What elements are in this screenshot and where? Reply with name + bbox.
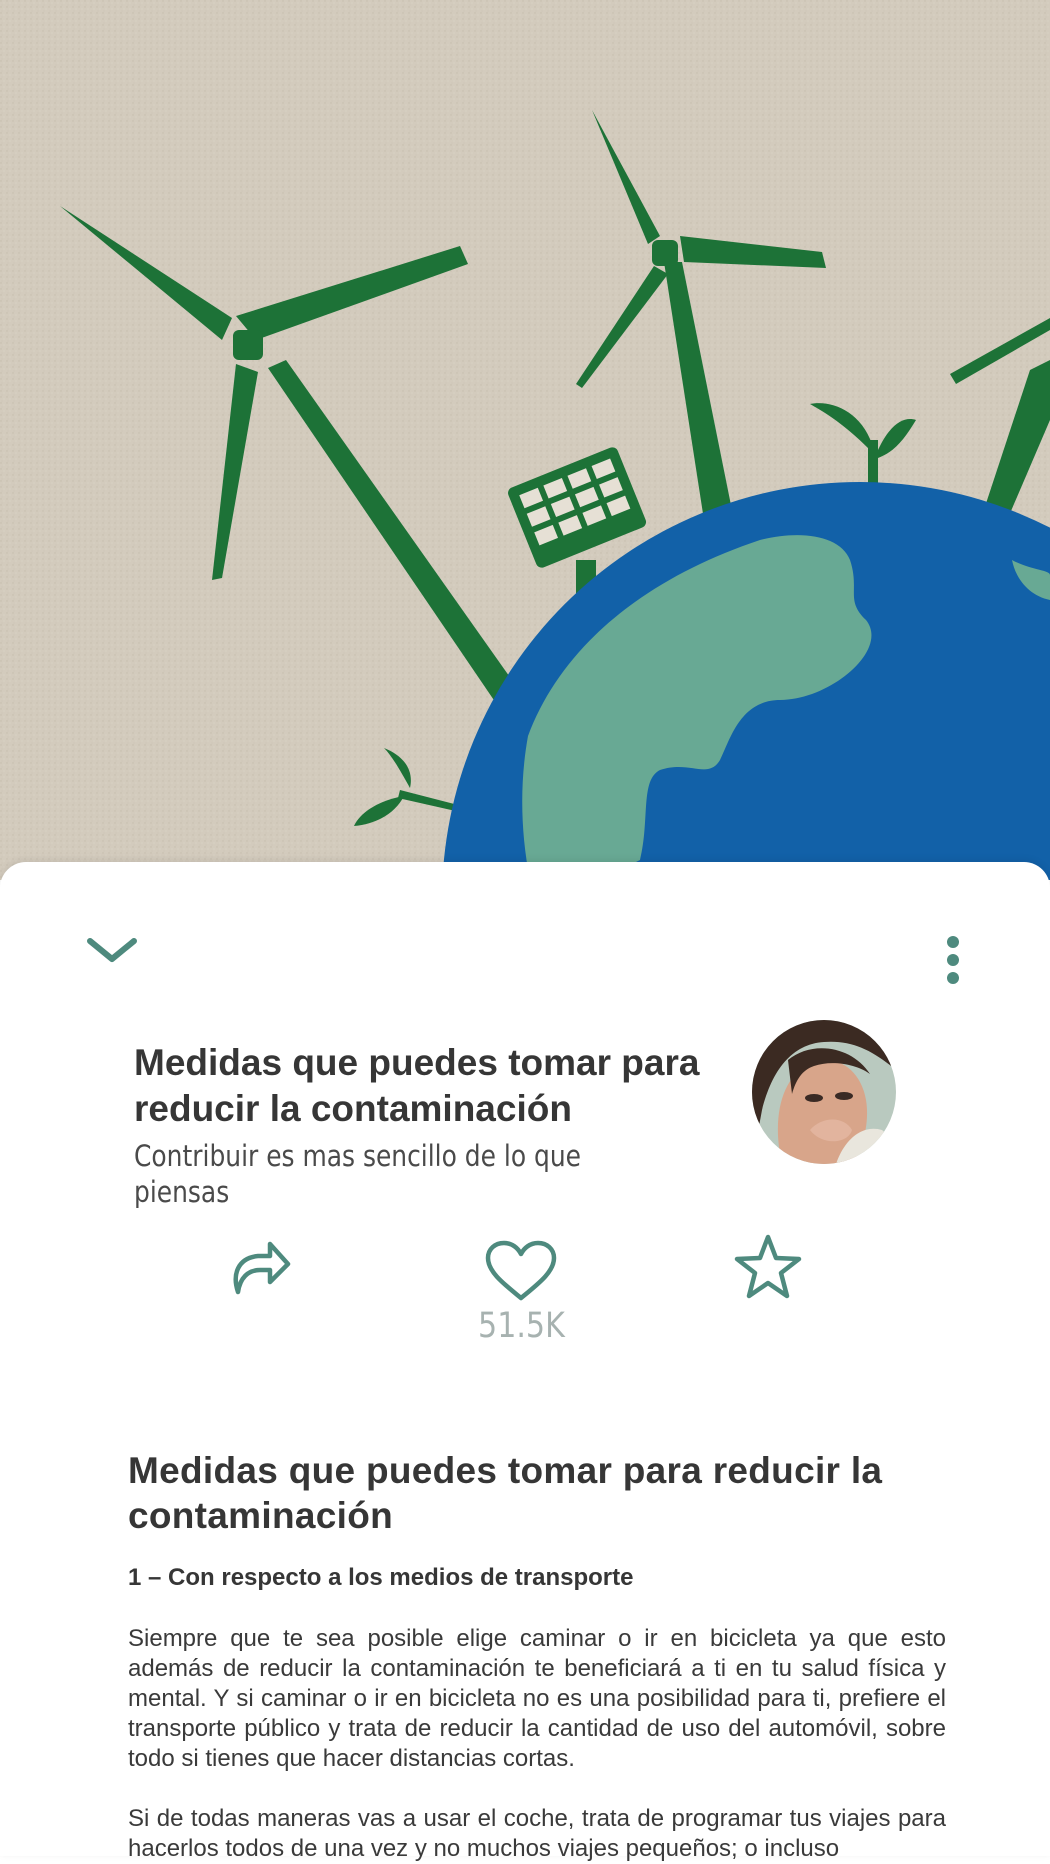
like-button[interactable]: 51.5K [468, 1240, 574, 1346]
author-avatar[interactable] [752, 1020, 896, 1164]
post-subtitle: Contribuir es mas sencillo de lo que pie… [134, 1139, 581, 1209]
like-count: 51.5K [477, 1306, 565, 1346]
collapse-button[interactable] [82, 930, 142, 970]
share-button[interactable] [226, 1240, 296, 1296]
renewable-energy-illustration [0, 0, 1050, 880]
post-title: Medidas que puedes tomar para reducir la… [134, 1042, 700, 1129]
share-icon [233, 1241, 291, 1295]
hero-image [0, 0, 1050, 880]
chevron-down-icon [87, 938, 137, 962]
avatar-photo [752, 1020, 896, 1164]
article-title: Medidas que puedes tomar para reducir la… [128, 1450, 883, 1536]
favorite-button[interactable] [730, 1234, 806, 1300]
star-icon [734, 1234, 802, 1299]
article-subheading: 1 – Con respecto a los medios de transpo… [128, 1564, 634, 1591]
article-paragraph: Siempre que te sea posible elige caminar… [128, 1625, 946, 1772]
more-vertical-icon [947, 936, 959, 984]
more-options-button[interactable] [935, 930, 971, 990]
heart-icon [485, 1240, 557, 1301]
article-paragraph: Si de todas maneras vas a usar el coche,… [128, 1805, 946, 1862]
